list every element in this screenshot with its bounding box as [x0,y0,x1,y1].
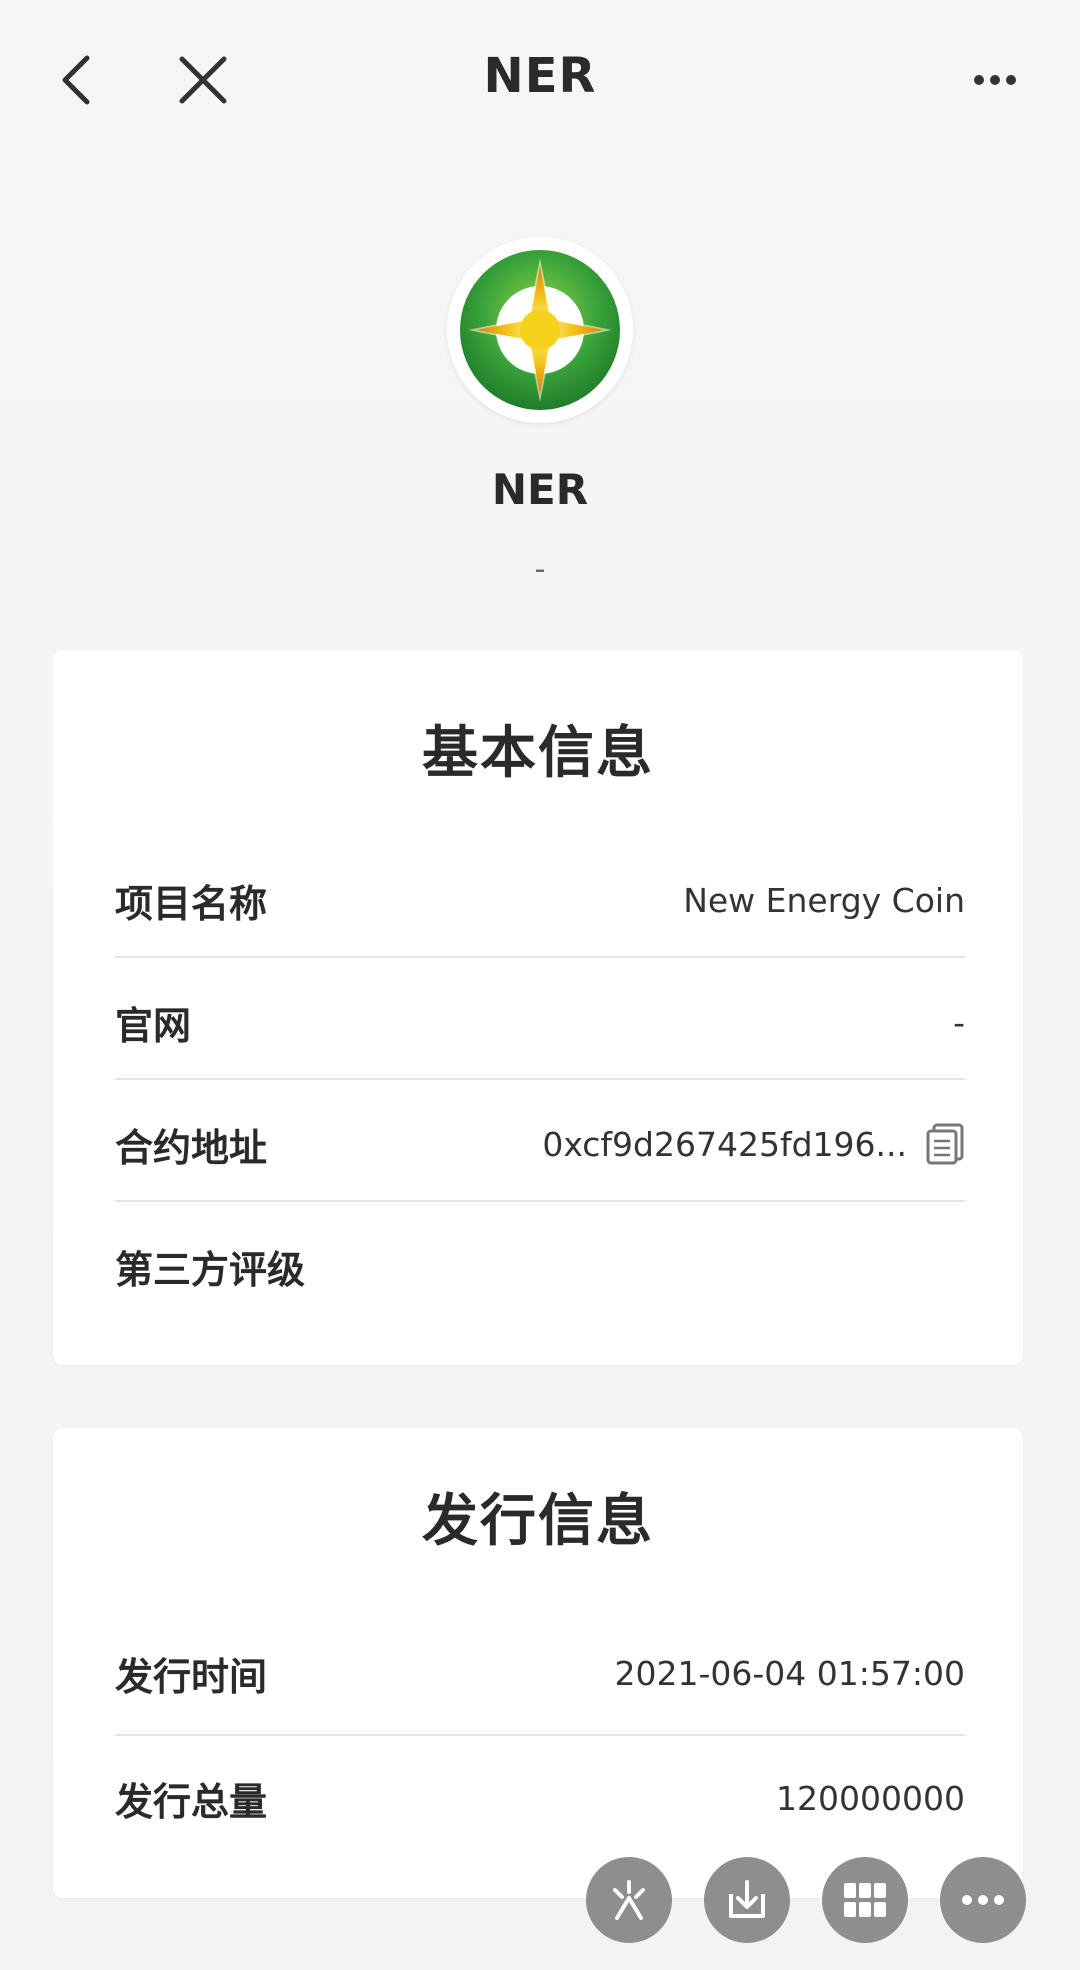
fab-more-button[interactable] [940,1857,1026,1943]
issue-info-card: 发行信息 发行时间 2021-06-04 01:57:00 发行总量 12000… [53,1428,1023,1898]
row-project-name: 项目名称 New Energy Coin [115,840,965,960]
contract-address-value: 0xcf9d267425fd196... [542,1124,907,1164]
issue-time-label: 发行时间 [115,1654,268,1699]
download-button[interactable] [704,1857,790,1943]
basic-info-title: 基本信息 [422,721,654,786]
third-party-rating-label: 第三方评级 [115,1247,306,1292]
coin-name: NER [491,465,589,514]
page: NER NER - 基本信息 项目名称 New Energy Coin 官网 -… [0,0,1080,1970]
download-icon [729,1880,765,1918]
row-total-supply: 发行总量 120000000 [115,1738,965,1858]
project-name-value: New Energy Coin [683,880,965,920]
divider [115,956,965,958]
coin-logo-icon [460,250,620,410]
page-title: NER [483,48,597,104]
grid-apps-icon [844,1883,886,1917]
divider [115,1734,965,1736]
total-supply-value: 120000000 [776,1778,965,1818]
website-value[interactable]: - [953,1003,965,1042]
coin-logo [447,237,633,423]
website-label: 官网 [115,1003,192,1048]
apps-button[interactable] [822,1857,908,1943]
row-issue-time: 发行时间 2021-06-04 01:57:00 [115,1613,965,1733]
basic-info-card: 基本信息 项目名称 New Energy Coin 官网 - 合约地址 0xcf… [53,650,1023,1365]
contract-address-label: 合约地址 [115,1125,268,1170]
more-button[interactable] [950,35,1040,125]
project-name-label: 项目名称 [115,881,268,926]
more-dots-icon [962,1895,1004,1905]
shake-button[interactable] [586,1857,672,1943]
row-website: 官网 - [115,962,965,1082]
divider [115,1200,965,1202]
row-third-party-rating: 第三方评级 [115,1206,965,1326]
more-dots-icon [974,75,1016,85]
shake-icon [613,1880,645,1920]
total-supply-label: 发行总量 [115,1779,268,1824]
coin-subtitle: - [534,552,546,587]
issue-time-value: 2021-06-04 01:57:00 [614,1653,965,1693]
row-contract-address: 合约地址 0xcf9d267425fd196... [115,1084,965,1204]
copy-button[interactable] [925,1122,965,1166]
contract-address-value-wrap: 0xcf9d267425fd196... [542,1122,965,1166]
top-nav: NER [0,0,1080,170]
divider [115,1078,965,1080]
copy-icon [926,1123,964,1165]
issue-info-title: 发行信息 [422,1489,654,1554]
